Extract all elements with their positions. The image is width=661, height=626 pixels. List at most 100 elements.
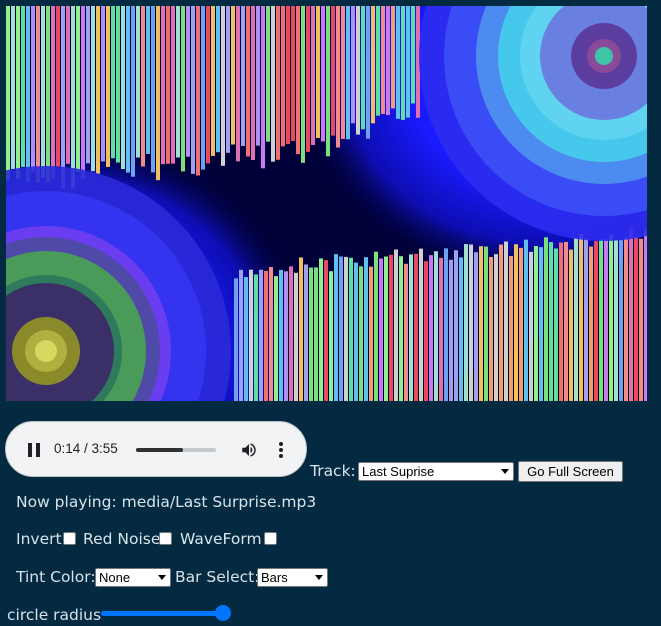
spectrum-bar bbox=[629, 228, 633, 401]
spectrum-bar bbox=[116, 6, 120, 163]
spectrum-bar bbox=[21, 6, 25, 167]
time-readout: 0:14 / 3:55 bbox=[54, 441, 118, 456]
spectrum-bar bbox=[356, 6, 360, 135]
spectrum-bar bbox=[266, 6, 270, 142]
spectrum-bar bbox=[146, 6, 150, 154]
red-noise-checkbox[interactable] bbox=[159, 532, 172, 545]
spectrum-bar bbox=[449, 259, 453, 401]
spectrum-bar bbox=[186, 6, 190, 157]
spectrum-bar bbox=[244, 277, 248, 401]
tint-color-label: Tint Color: bbox=[16, 568, 96, 586]
spectrum-bar bbox=[264, 270, 268, 401]
spectrum-bar bbox=[314, 267, 318, 401]
spectrum-bar bbox=[559, 242, 563, 401]
spectrum-bar bbox=[479, 246, 483, 401]
spectrum-bar bbox=[424, 261, 428, 401]
spectrum-bar bbox=[181, 6, 185, 172]
spectrum-bar bbox=[294, 272, 298, 401]
spectrum-bar bbox=[554, 248, 558, 401]
spectrum-bar bbox=[409, 254, 413, 401]
spectrum-bar bbox=[376, 6, 380, 116]
more-vert-icon[interactable] bbox=[278, 441, 284, 459]
spectrum-bar bbox=[639, 238, 643, 401]
spectrum-bar bbox=[411, 6, 415, 104]
spectrum-bar bbox=[304, 264, 308, 401]
spectrum-bar bbox=[31, 6, 35, 173]
spectrum-bar bbox=[191, 6, 195, 174]
spectrum-bar bbox=[321, 6, 325, 142]
spectrum-bar bbox=[306, 6, 310, 152]
spectrum-bar bbox=[434, 251, 438, 401]
spectrum-bar bbox=[354, 262, 358, 401]
spectrum-bar bbox=[594, 241, 598, 401]
spectrum-bar bbox=[394, 249, 398, 401]
spectrum-bar bbox=[239, 269, 243, 401]
spectrum-bar bbox=[399, 256, 403, 401]
spectrum-bar bbox=[176, 6, 180, 158]
spectrum-bar bbox=[166, 6, 170, 164]
spectrum-bar bbox=[26, 6, 30, 182]
spectrum-bar bbox=[76, 6, 80, 172]
spectrum-bar bbox=[324, 260, 328, 401]
spectrum-bar bbox=[51, 6, 55, 179]
spectrum-bar bbox=[231, 6, 235, 145]
spectrum-bar bbox=[391, 6, 395, 109]
circle-radius-label: circle radius bbox=[7, 606, 102, 624]
tint-color-value: None bbox=[99, 570, 131, 585]
bar-select[interactable]: Bars bbox=[257, 568, 328, 587]
fullscreen-button[interactable]: Go Full Screen bbox=[518, 461, 623, 482]
spectrum-bar bbox=[251, 6, 255, 161]
spectrum-bar bbox=[221, 6, 225, 166]
spectrum-bar bbox=[291, 6, 295, 141]
visualizer-graphic bbox=[6, 6, 647, 401]
spectrum-bar bbox=[234, 278, 238, 401]
spectrum-bar bbox=[406, 6, 410, 118]
tint-color-select[interactable]: None bbox=[95, 568, 171, 587]
spectrum-bar bbox=[261, 6, 265, 169]
spectrum-bar bbox=[514, 244, 518, 401]
spectrum-bar bbox=[334, 254, 338, 401]
spectrum-bar bbox=[279, 269, 283, 401]
waveform-checkbox[interactable] bbox=[264, 532, 277, 545]
spectrum-bar bbox=[271, 6, 275, 162]
spectrum-bar bbox=[246, 6, 250, 157]
spectrum-bar bbox=[499, 244, 503, 401]
invert-checkbox[interactable] bbox=[63, 532, 76, 545]
volume-icon[interactable] bbox=[240, 441, 258, 459]
track-select-value: Last Suprise bbox=[362, 464, 435, 479]
spectrum-bar bbox=[474, 252, 478, 401]
visualizer-canvas bbox=[6, 6, 647, 401]
spectrum-bar bbox=[161, 6, 165, 165]
spectrum-bar bbox=[281, 6, 285, 147]
spectrum-bar bbox=[509, 256, 513, 401]
spectrum-bar bbox=[444, 248, 448, 401]
spectrum-bar bbox=[346, 6, 350, 140]
bar-select-value: Bars bbox=[261, 570, 288, 585]
circle-radius-slider[interactable] bbox=[101, 611, 231, 616]
spectrum-bar bbox=[389, 254, 393, 401]
track-select[interactable]: Last Suprise bbox=[358, 462, 514, 481]
spectrum-bar bbox=[301, 6, 305, 163]
spectrum-bar bbox=[494, 254, 498, 401]
spectrum-bar bbox=[66, 6, 70, 164]
spectrum-bar bbox=[359, 266, 363, 401]
spectrum-bar bbox=[319, 258, 323, 401]
spectrum-bar bbox=[454, 250, 458, 401]
spectrum-bar bbox=[11, 6, 15, 169]
spectrum-bar bbox=[256, 6, 260, 146]
spectrum-bar bbox=[524, 239, 528, 401]
invert-label: Invert bbox=[16, 530, 62, 548]
seek-progress bbox=[136, 448, 184, 452]
spectrum-bar bbox=[216, 6, 220, 153]
spectrum-bar bbox=[361, 6, 365, 130]
spectrum-bar bbox=[299, 257, 303, 401]
pause-icon[interactable] bbox=[28, 443, 40, 457]
spectrum-bar bbox=[339, 256, 343, 401]
bar-select-label: Bar Select: bbox=[175, 568, 260, 586]
spectrum-bar bbox=[344, 256, 348, 401]
slider-thumb[interactable] bbox=[215, 605, 231, 621]
seek-bar[interactable] bbox=[136, 448, 216, 452]
spectrum-bar bbox=[364, 257, 368, 401]
audio-player[interactable]: 0:14 / 3:55 bbox=[5, 421, 307, 477]
spectrum-bar bbox=[241, 6, 245, 147]
